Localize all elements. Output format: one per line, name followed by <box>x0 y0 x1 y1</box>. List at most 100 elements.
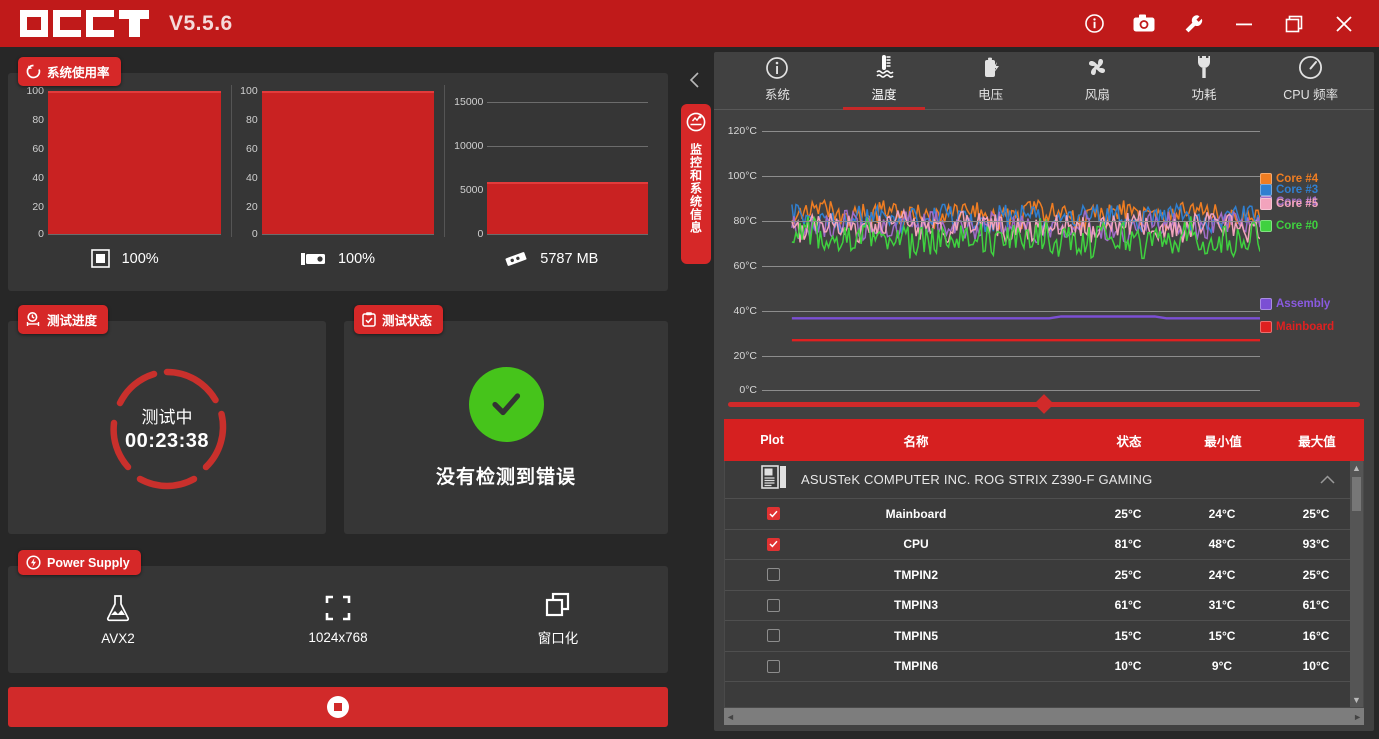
plot-cell <box>725 568 821 582</box>
monitoring-panel: 系统 温度 电压 风扇 功耗 CPU 频率 120°C 100°C 80°C 6… <box>714 52 1374 731</box>
sensor-max-cell: 16°C <box>1302 628 1330 643</box>
progress-ring: 测试中 00:23:38 <box>102 363 232 493</box>
test-elapsed-time: 00:23:38 <box>124 429 210 452</box>
axis-tick: 80 <box>245 113 258 126</box>
sensor-group-row[interactable]: ASUSTeK COMPUTER INC. ROG STRIX Z390-F G… <box>725 461 1363 499</box>
sensor-current-cell: 25°C <box>1114 506 1142 521</box>
chevron-up-icon[interactable] <box>1320 471 1335 489</box>
sensor-name-cell: TMPIN6 <box>893 659 938 674</box>
y-tick: 20°C <box>733 350 757 363</box>
tab-system[interactable]: 系统 <box>724 56 831 109</box>
scroll-thumb[interactable] <box>1352 477 1361 511</box>
close-icon[interactable] <box>1331 11 1357 37</box>
sensor-table-header: Plot 名称 状态 最小值 最大值 <box>724 419 1364 461</box>
sensor-min-cell: 24°C <box>1208 567 1236 582</box>
gpu-usage-value: 100% <box>337 250 376 267</box>
axis-tick: 80 <box>32 113 44 126</box>
axis-tick: 20 <box>32 200 44 213</box>
stop-test-button[interactable] <box>8 687 668 727</box>
tab-cpu-frequency-label: CPU 频率 <box>1283 88 1339 102</box>
sensor-min-cell: 24°C <box>1208 506 1236 521</box>
logo-letter-t <box>119 10 149 37</box>
power-supply-badge: Power Supply <box>18 550 141 575</box>
plot-checkbox[interactable] <box>766 568 780 582</box>
monitoring-tabs: 系统 温度 电压 风扇 功耗 CPU 频率 <box>714 52 1374 110</box>
plot-cell <box>725 659 821 673</box>
cpu-usage-value: 100% <box>121 250 159 267</box>
table-horizontal-scrollbar[interactable]: ◄ ► <box>724 708 1364 725</box>
sensor-min-cell: 15°C <box>1208 628 1236 643</box>
axis-tick: 60 <box>32 142 44 155</box>
wrench-icon[interactable] <box>1181 11 1207 37</box>
window-mode-option[interactable]: 窗口化 <box>448 592 668 647</box>
ram-usage-readout: 5787 MB <box>445 249 658 268</box>
chart-time-slider[interactable] <box>728 394 1360 414</box>
monitor-icon <box>686 112 706 137</box>
plot-checkbox[interactable] <box>766 537 780 551</box>
power-supply-panel: Power Supply AVX2 1024x768 窗口化 <box>8 550 668 673</box>
sensor-max-cell: 61°C <box>1302 598 1330 613</box>
thermometer-icon <box>871 54 897 80</box>
column-header-max: 最大值 <box>1298 434 1336 449</box>
legend-label: Core #0 <box>1276 219 1319 232</box>
ram-icon <box>504 250 528 268</box>
plot-cell <box>725 598 821 612</box>
table-row[interactable]: TMPIN2 25°C 24°C 25°C <box>725 560 1363 591</box>
sensor-current-cell: 81°C <box>1114 537 1142 552</box>
table-vertical-scrollbar[interactable]: ▲ ▼ <box>1350 461 1363 707</box>
window-mode-label: 窗口化 <box>537 631 579 646</box>
legend-item: Core #3 <box>1260 184 1318 197</box>
camera-icon[interactable] <box>1131 11 1157 37</box>
plot-cell <box>725 507 821 521</box>
success-check-icon <box>468 366 544 442</box>
table-row[interactable]: TMPIN3 61°C 31°C 61°C <box>725 591 1363 621</box>
temperature-chart-legend: Core #4 Core #3 Core #1 Core #5 Core #0 … <box>1260 118 1368 400</box>
axis-tick: 20 <box>245 200 258 213</box>
system-usage-badge: 系统使用率 <box>18 57 121 86</box>
tab-power[interactable]: 功耗 <box>1151 54 1258 109</box>
tab-fan[interactable]: 风扇 <box>1044 54 1151 109</box>
tab-temperature[interactable]: 温度 <box>831 54 938 110</box>
resolution-option[interactable]: 1024x768 <box>228 595 448 645</box>
axis-tick: 0 <box>251 227 258 240</box>
power-supply-options: AVX2 1024x768 窗口化 <box>8 566 668 673</box>
table-row[interactable]: TMPIN5 15°C 15°C 16°C <box>725 621 1363 652</box>
progress-ring-container: 测试中 00:23:38 <box>8 321 326 534</box>
plot-checkbox[interactable] <box>766 629 780 643</box>
info-icon[interactable] <box>1081 11 1107 37</box>
legend-item: Core #0 <box>1260 219 1319 232</box>
series-line <box>792 317 1260 319</box>
y-tick: 80°C <box>733 214 757 227</box>
tab-cpu-frequency[interactable]: CPU 频率 <box>1257 55 1364 109</box>
test-progress-badge-label: 测试进度 <box>47 314 98 328</box>
sensor-max-cell: 25°C <box>1302 506 1330 521</box>
gpu-usage-gauge: 100 80 60 40 20 0 <box>230 85 445 240</box>
table-row[interactable]: TMPIN6 10°C 9°C 10°C <box>725 652 1363 682</box>
scroll-up-arrow[interactable]: ▲ <box>1352 463 1361 473</box>
plot-checkbox[interactable] <box>766 659 780 673</box>
progress-status-row: 测试进度 测试中 00:23:38 测试状态 没有检测到错误 <box>8 305 668 534</box>
chevron-left-icon[interactable] <box>688 72 702 93</box>
plot-checkbox[interactable] <box>766 598 780 612</box>
logo-glyphs <box>20 10 149 37</box>
minimize-icon[interactable] <box>1231 11 1257 37</box>
table-row[interactable]: Mainboard 25°C 24°C 25°C <box>725 499 1363 530</box>
ram-usage-value: 5787 MB <box>540 250 599 267</box>
monitoring-vertical-tab[interactable]: 监控和系统信息 <box>681 104 711 264</box>
progress-ring-text: 测试中 00:23:38 <box>102 363 232 493</box>
cpu-icon <box>90 249 110 268</box>
y-tick: 0°C <box>739 384 757 397</box>
table-row[interactable]: CPU 81°C 48°C 93°C <box>725 530 1363 560</box>
stop-icon <box>327 696 349 718</box>
scroll-right-arrow[interactable]: ► <box>1353 712 1362 722</box>
ram-usage-gauge: 15000 10000 5000 0 <box>444 85 658 240</box>
y-tick: 120°C <box>727 124 757 137</box>
scroll-down-arrow[interactable]: ▼ <box>1352 695 1361 705</box>
resolution-label: 1024x768 <box>308 629 368 645</box>
tab-voltage[interactable]: 电压 <box>937 56 1044 109</box>
scroll-left-arrow[interactable]: ◄ <box>726 712 735 722</box>
instruction-set-option[interactable]: AVX2 <box>8 594 228 646</box>
plot-checkbox[interactable] <box>766 507 780 521</box>
restore-icon[interactable] <box>1281 11 1307 37</box>
sensor-rows: Mainboard 25°C 24°C 25°C CPU 81°C 48°C 93°C TMPI… <box>725 499 1363 682</box>
